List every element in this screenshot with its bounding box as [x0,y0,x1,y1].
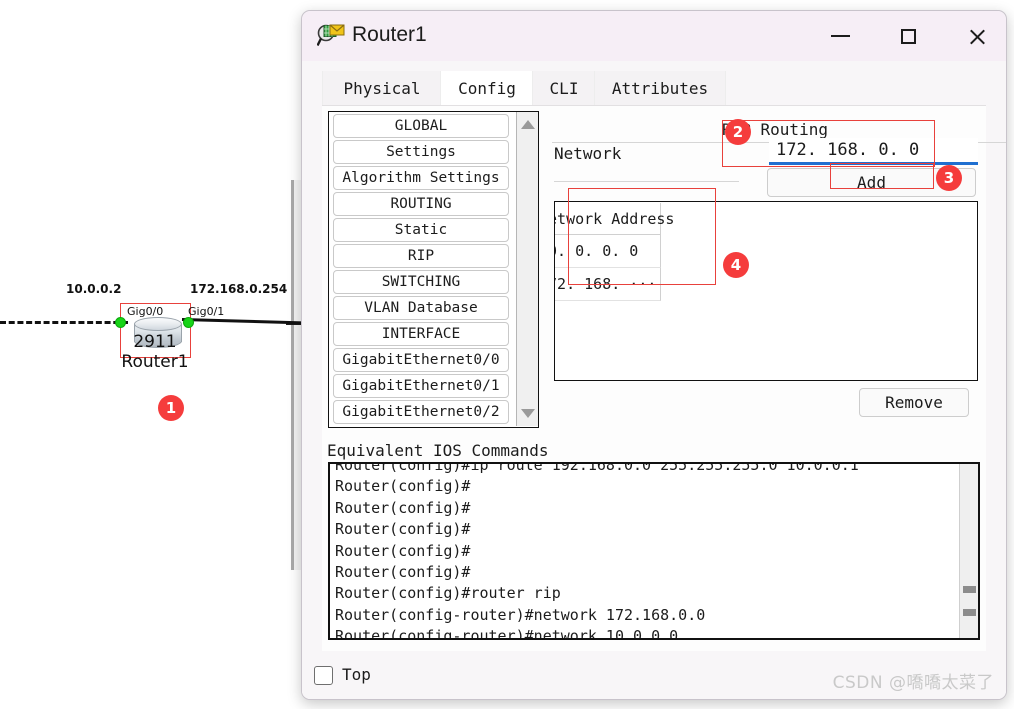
ip-label-left: 10.0.0.2 [66,282,122,296]
scroll-down-icon[interactable] [521,409,535,418]
dialog-title: Router1 [352,23,427,46]
config-tree: GLOBAL Settings Algorithm Settings ROUTI… [328,111,539,428]
dialog-titlebar[interactable]: Router1 [302,11,1006,61]
tree-item-algorithm-settings[interactable]: Algorithm Settings [333,166,509,190]
minimize-button[interactable] [817,21,863,51]
annotation-box-network-table [568,188,716,285]
ip-label-right: 172.168.0.254 [190,282,288,296]
tree-item-routing[interactable]: ROUTING [333,192,509,216]
tree-item-gigabitethernet0-1[interactable]: GigabitEthernet0/1 [333,374,509,398]
annotation-marker-3: 3 [936,165,962,191]
network-label: Network [554,144,622,163]
dialog-footer: Top CSDN @嘺嘺太菜了 [302,656,1006,699]
background-window-edge-shadow [291,180,294,570]
annotation-marker-1: 1 [158,395,184,421]
top-checkbox-label: Top [342,665,371,684]
tab-attributes[interactable]: Attributes [594,71,726,106]
tree-item-global[interactable]: GLOBAL [333,114,509,138]
tree-item-vlan-database[interactable]: VLAN Database [333,296,509,320]
router-name-label: Router1 [121,352,189,372]
screen: 10.0.0.2 172.168.0.254 Gig0/0 Gig0/1 291… [0,0,1014,709]
config-tree-scrollbar[interactable] [516,112,538,426]
annotation-marker-4: 4 [723,252,749,278]
annotation-box-network-input [722,120,935,167]
config-tree-list: GLOBAL Settings Algorithm Settings ROUTI… [329,112,515,426]
tree-item-gigabitethernet0-0[interactable]: GigabitEthernet0/0 [333,348,509,372]
tree-item-switching[interactable]: SWITCHING [333,270,509,294]
link-solid-right[interactable] [181,318,307,325]
scroll-thumb-mark-2[interactable] [963,609,976,616]
router-model-label: 2911 [133,332,177,352]
port-indicator-gig0-1 [183,317,194,328]
interface-label-left: Gig0/0 [127,305,164,318]
remove-button[interactable]: Remove [859,388,969,417]
maximize-icon [900,28,916,44]
tree-item-static[interactable]: Static [333,218,509,242]
router-device[interactable]: Gig0/0 Gig0/1 2911 Router1 [115,300,224,378]
tab-bar: Physical Config CLI Attributes [322,71,986,106]
inspect-envelope-icon [316,23,345,49]
minimize-icon [830,35,850,37]
interface-label-right: Gig0/1 [188,305,225,318]
close-icon [968,27,987,46]
router-config-dialog: Router1 Physical Config CLI Attributes G… [301,10,1007,700]
rip-divider-second [554,181,739,182]
scroll-up-icon[interactable] [521,120,535,129]
maximize-button[interactable] [885,21,931,51]
ios-commands-text: Router(config)#ip route 192.168.0.0 255.… [335,462,859,640]
tree-item-gigabitethernet0-2[interactable]: GigabitEthernet0/2 [333,400,509,424]
tree-item-interface[interactable]: INTERFACE [333,322,509,346]
ios-commands-console[interactable]: Router(config)#ip route 192.168.0.0 255.… [328,462,980,640]
close-button[interactable] [954,21,1000,51]
tab-physical[interactable]: Physical [322,71,442,106]
tab-cli[interactable]: CLI [532,71,596,106]
tree-item-settings[interactable]: Settings [333,140,509,164]
tree-item-rip[interactable]: RIP [333,244,509,268]
scroll-thumb-mark-1[interactable] [963,586,976,593]
ios-commands-label: Equivalent IOS Commands [327,441,549,460]
top-checkbox[interactable] [314,666,333,685]
port-indicator-gig0-0 [115,317,126,328]
tab-config[interactable]: Config [440,71,534,106]
watermark: CSDN @嘺嘺太菜了 [832,673,994,693]
annotation-marker-2: 2 [725,119,751,145]
annotation-box-add-button [830,163,934,189]
ios-console-scrollbar[interactable] [959,464,978,638]
link-dashed-left[interactable] [0,321,128,324]
